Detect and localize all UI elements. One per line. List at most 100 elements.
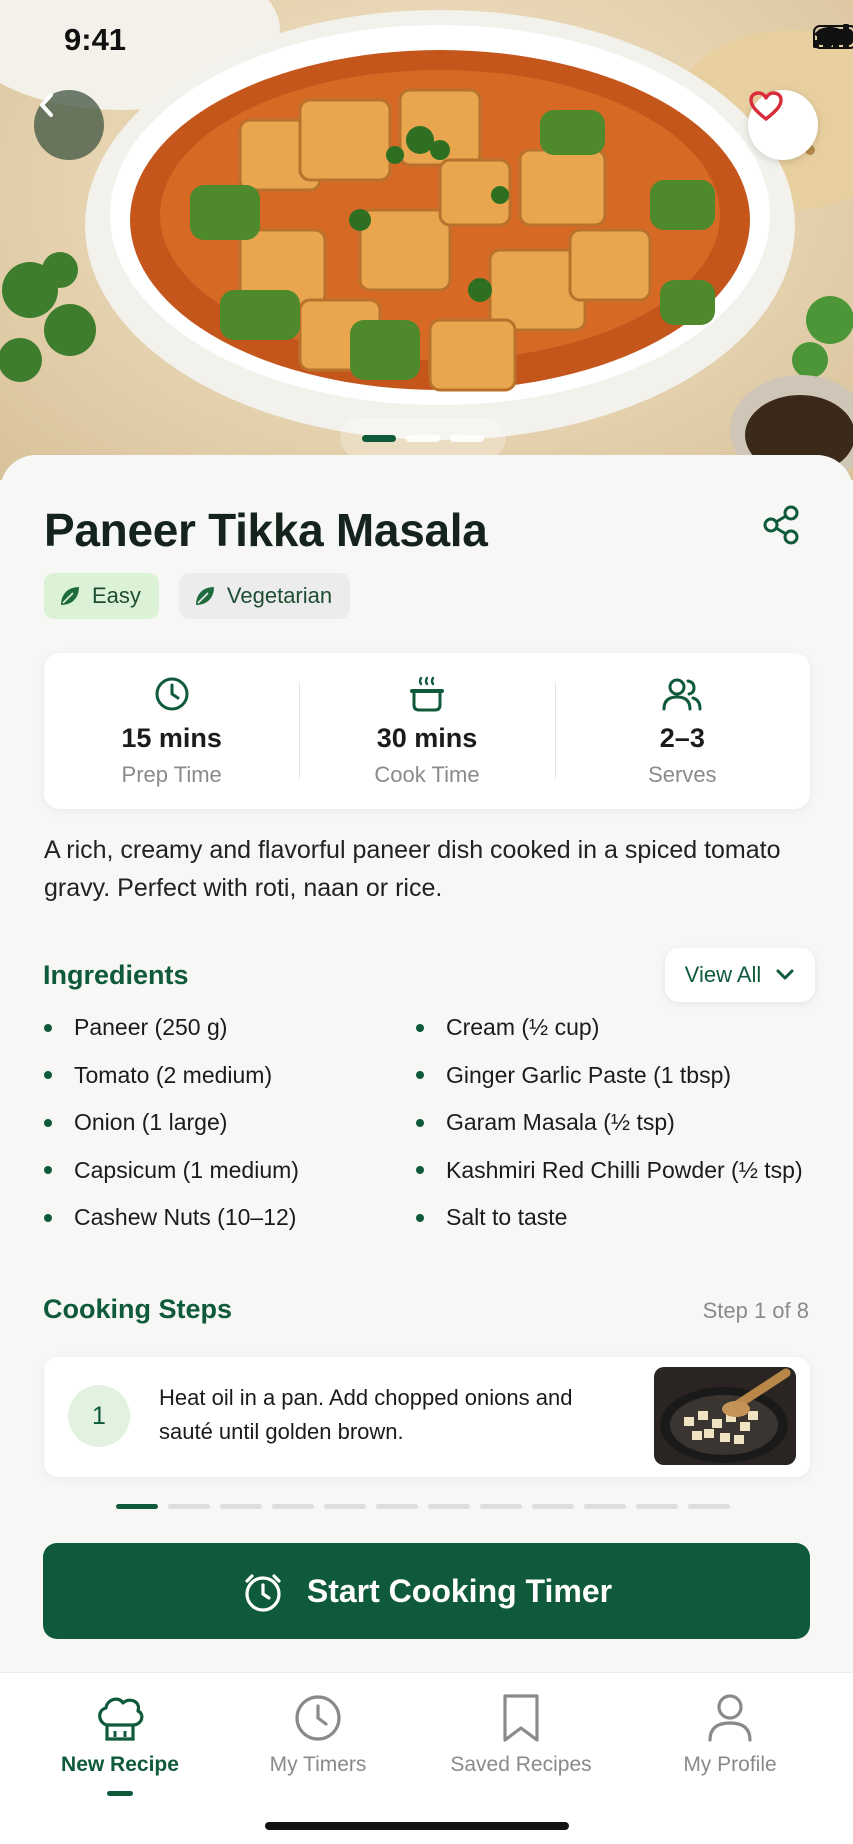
step-counter: Step 1 of 8	[702, 1298, 809, 1323]
progress-segment	[376, 1504, 418, 1509]
home-indicator	[265, 1822, 569, 1830]
stat-value: 30 mins	[376, 723, 478, 753]
recipe-tags: Easy Vegetarian	[44, 573, 351, 619]
bullet-icon	[416, 1213, 424, 1222]
ingredient-text: Capsicum (1 medium)	[74, 1156, 299, 1183]
hero-image: 9:41	[0, 0, 853, 480]
ingredients-list-right: Cream (½ cup) Ginger Garlic Paste (1 tbs…	[416, 1004, 803, 1242]
recipe-stats-card: 15 mins Prep Time 30 mins Cook Time 2–3 …	[44, 653, 810, 809]
bullet-icon	[416, 1071, 424, 1080]
pan-onions-illustration	[654, 1367, 796, 1465]
bullet-icon	[416, 1166, 424, 1175]
step-progress-indicator	[116, 1504, 730, 1509]
ingredient-item: Onion (1 large)	[44, 1099, 299, 1147]
step-text: Heat oil in a pan. Add chopped onions an…	[159, 1385, 573, 1444]
step-image	[654, 1367, 796, 1465]
chef-hat-icon	[98, 1697, 144, 1741]
ingredients-list-left: Paneer (250 g) Tomato (2 medium) Onion (…	[44, 1004, 299, 1242]
recipe-description: A rich, creamy and flavorful paneer dish…	[44, 836, 781, 902]
users-icon	[662, 678, 702, 711]
heart-icon	[749, 91, 783, 121]
bullet-icon	[44, 1118, 52, 1127]
image-pager-dots[interactable]	[340, 418, 506, 458]
bullet-icon	[44, 1213, 52, 1222]
status-time: 9:41	[64, 22, 127, 57]
pager-dot[interactable]	[406, 434, 440, 442]
leaf-icon	[61, 587, 79, 605]
tag-vegetarian: Vegetarian	[178, 573, 351, 619]
view-all-ingredients-button[interactable]: View All	[665, 948, 815, 1002]
leaf-icon	[195, 587, 214, 605]
ingredient-text: Cashew Nuts (10–12)	[74, 1204, 297, 1231]
ingredient-text: Salt to taste	[446, 1204, 568, 1231]
progress-segment	[688, 1504, 730, 1509]
ingredient-text: Ginger Garlic Paste (1 tbsp)	[446, 1061, 732, 1088]
tab-label: My Timers	[269, 1753, 367, 1776]
pager-dot[interactable]	[362, 434, 396, 442]
profile-icon	[708, 1694, 752, 1742]
ingredient-item: Ginger Garlic Paste (1 tbsp)	[416, 1052, 803, 1100]
cta-label: Start Cooking Timer	[306, 1572, 613, 1609]
stat-prep-time: 15 mins Prep Time	[44, 653, 299, 809]
chevron-left-icon	[40, 93, 53, 117]
stat-label: Prep Time	[121, 762, 222, 787]
cooking-steps-heading: Cooking Steps	[43, 1294, 233, 1324]
tab-label: Saved Recipes	[450, 1753, 592, 1776]
stat-cook-time: 30 mins Cook Time	[299, 653, 554, 809]
favorite-button[interactable]	[748, 90, 818, 160]
tab-label: New Recipe	[61, 1753, 179, 1776]
tab-label: My Profile	[683, 1753, 777, 1776]
tab-new-recipe[interactable]: New Recipe	[20, 1693, 220, 1796]
bottom-tab-bar: New Recipe My Timers Saved Recipes My Pr…	[0, 1672, 853, 1844]
active-tab-indicator	[107, 1791, 133, 1796]
pager-dot[interactable]	[450, 434, 484, 442]
share-button[interactable]	[759, 503, 803, 547]
stat-label: Cook Time	[374, 762, 480, 787]
tag-easy: Easy	[44, 573, 159, 619]
progress-segment	[272, 1504, 314, 1509]
step-card[interactable]: 1 Heat oil in a pan. Add chopped onions …	[44, 1357, 810, 1477]
battery-icon	[813, 25, 853, 49]
progress-segment	[532, 1504, 574, 1509]
progress-segment	[116, 1504, 158, 1509]
ingredient-text: Cream (½ cup)	[446, 1014, 600, 1041]
tab-my-profile[interactable]: My Profile	[630, 1693, 830, 1777]
progress-segment	[584, 1504, 626, 1509]
pot-icon	[409, 676, 444, 712]
stopwatch-icon	[245, 1574, 281, 1612]
stat-value: 2–3	[659, 723, 705, 753]
ingredient-text: Garam Masala (½ tsp)	[446, 1109, 675, 1136]
tag-label: Easy	[92, 583, 141, 608]
ingredient-item: Salt to taste	[416, 1194, 803, 1242]
ingredient-item: Tomato (2 medium)	[44, 1052, 299, 1100]
stat-serves: 2–3 Serves	[554, 653, 810, 809]
view-all-label: View All	[684, 962, 762, 987]
ingredient-text: Kashmiri Red Chilli Powder (½ tsp)	[446, 1156, 803, 1183]
tab-my-timers[interactable]: My Timers	[218, 1693, 418, 1777]
bullet-icon	[44, 1023, 52, 1032]
ingredient-item: Kashmiri Red Chilli Powder (½ tsp)	[416, 1147, 803, 1195]
ingredient-text: Onion (1 large)	[74, 1109, 228, 1136]
progress-segment	[324, 1504, 366, 1509]
progress-segment	[480, 1504, 522, 1509]
start-cooking-timer-button[interactable]: Start Cooking Timer	[43, 1543, 810, 1639]
ingredient-item: Paneer (250 g)	[44, 1004, 299, 1052]
ingredients-heading: Ingredients	[43, 960, 189, 990]
tag-label: Vegetarian	[226, 583, 333, 608]
step-number-badge: 1	[68, 1385, 130, 1447]
bullet-icon	[44, 1071, 52, 1080]
bookmark-icon	[503, 1694, 539, 1742]
bullet-icon	[416, 1023, 424, 1032]
progress-segment	[168, 1504, 210, 1509]
back-button[interactable]	[34, 90, 104, 160]
ingredient-text: Paneer (250 g)	[74, 1014, 228, 1041]
bullet-icon	[416, 1118, 424, 1127]
progress-segment	[220, 1504, 262, 1509]
progress-segment	[428, 1504, 470, 1509]
stat-value: 15 mins	[121, 723, 222, 753]
stat-label: Serves	[648, 762, 717, 787]
status-bar: 9:41	[0, 0, 853, 80]
bullet-icon	[44, 1166, 52, 1175]
tab-saved-recipes[interactable]: Saved Recipes	[421, 1693, 621, 1777]
ingredient-item: Cashew Nuts (10–12)	[44, 1194, 299, 1242]
